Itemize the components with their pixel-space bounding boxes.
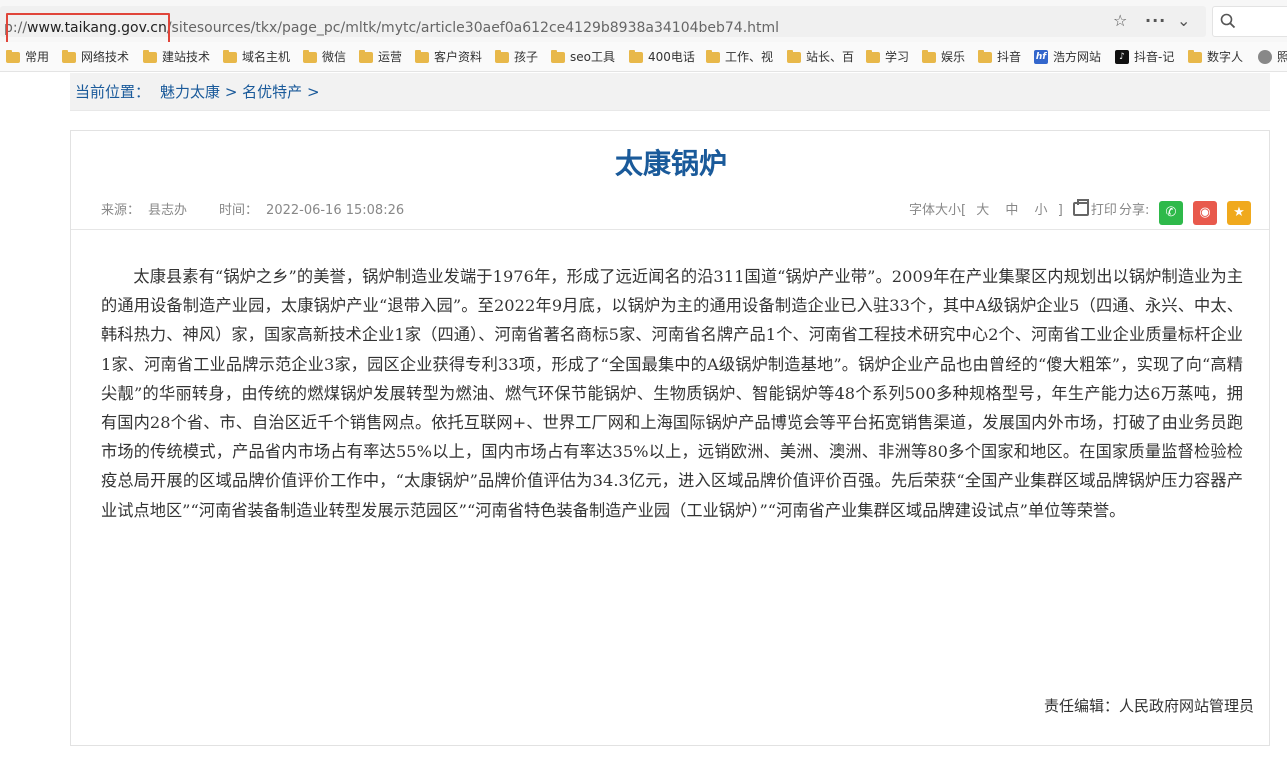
share-label: 分享: [1119, 203, 1150, 218]
article-tools: 字体大小[ 大 中 小 ] 打印 [909, 199, 1117, 220]
source-label: 来源： [101, 203, 141, 218]
folder-icon [922, 49, 936, 63]
breadcrumb: 当前位置： 魅力太康 > 名优特产 > [70, 73, 1270, 111]
chevron-down-icon[interactable]: ⌄ [1177, 12, 1190, 30]
folder-icon [303, 49, 317, 63]
font-size-close: ] [1057, 203, 1063, 218]
folder-icon [495, 49, 509, 63]
favorite-share-button[interactable]: ★ [1227, 201, 1251, 225]
bookmarks-bar: 常用 网络技术 建站技术 域名主机 微信 运营 客户资料 孩子 seo工具 40… [0, 42, 1287, 72]
wechat-share-button[interactable]: ✆ [1159, 201, 1183, 225]
folder-icon [62, 49, 76, 63]
folder-icon [866, 49, 880, 63]
font-size-medium-button[interactable]: 中 [1005, 203, 1018, 218]
folder-icon [629, 49, 643, 63]
bookmark-folder[interactable]: 域名主机 [223, 49, 290, 65]
wechat-icon: ✆ [1165, 205, 1177, 220]
address-bar[interactable]: p://www.taikang.gov.cn/sitesources/tkx/p… [0, 6, 1206, 44]
bookmark-folder[interactable]: 工作、视 [706, 49, 773, 65]
bookmark-folder[interactable]: 网络技术 [62, 49, 129, 65]
bookmark-folder[interactable]: 数字人 [1188, 49, 1243, 65]
article-panel: 太康锅炉 来源： 县志办 时间： 2022-06-16 15:08:26 字体大小[ … [70, 130, 1270, 746]
bookmark-folder[interactable]: 孩子 [495, 49, 538, 65]
weibo-share-button[interactable]: ◉ [1193, 201, 1217, 225]
bookmark-site[interactable]: ♪ 抖音-记 [1115, 49, 1174, 65]
bookmark-site[interactable]: 照 [1258, 49, 1287, 65]
article-title: 太康锅炉 [614, 147, 727, 180]
article-meta: 来源： 县志办 时间： 2022-06-16 15:08:26 [101, 202, 412, 220]
globe-icon [1258, 50, 1272, 64]
folder-icon [143, 49, 157, 63]
source-value: 县志办 [148, 203, 188, 218]
search-icon[interactable] [1220, 13, 1236, 29]
url-path: /sitesources/tkx/page_pc/mltk/mytc/artic… [166, 20, 780, 36]
more-icon[interactable]: ··· [1145, 12, 1166, 30]
bookmark-folder[interactable]: 常用 [6, 49, 49, 65]
font-size-small-button[interactable]: 小 [1035, 203, 1048, 218]
weibo-icon: ◉ [1199, 205, 1211, 220]
breadcrumb-separator: > [224, 83, 238, 101]
bookmark-site[interactable]: hf 浩方网站 [1034, 49, 1101, 65]
bookmark-folder[interactable]: 学习 [866, 49, 909, 65]
bookmark-folder[interactable]: seo工具 [551, 49, 615, 65]
browser-toolbar: p://www.taikang.gov.cn/sitesources/tkx/p… [0, 0, 1287, 44]
divider [71, 229, 1269, 230]
bookmark-folder[interactable]: 微信 [303, 49, 346, 65]
printer-icon [1072, 199, 1089, 216]
bookmark-folder[interactable]: 400电话 [629, 49, 695, 65]
folder-icon [978, 49, 992, 63]
folder-icon [551, 49, 565, 63]
responsible-editor: 责任编辑：人民政府网站管理员 [1043, 697, 1254, 715]
star-icon[interactable]: ☆ [1113, 12, 1127, 30]
print-label: 打印 [1090, 203, 1117, 218]
bookmark-folder[interactable]: 娱乐 [922, 49, 965, 65]
bookmark-folder[interactable]: 站长、百 [787, 49, 854, 65]
breadcrumb-item-specialties[interactable]: 名优特产 [242, 83, 302, 101]
time-value: 2022-06-16 15:08:26 [266, 203, 405, 218]
bookmark-folder[interactable]: 客户资料 [415, 49, 482, 65]
breadcrumb-prefix: 当前位置： [75, 83, 151, 101]
breadcrumb-separator: > [306, 83, 320, 101]
folder-icon [223, 49, 237, 63]
time-label: 时间： [219, 203, 259, 218]
folder-icon [415, 49, 429, 63]
browser-search-box[interactable] [1212, 6, 1287, 37]
print-button[interactable]: 打印 [1067, 199, 1117, 218]
folder-icon [6, 49, 20, 63]
folder-icon [706, 49, 720, 63]
hf-icon: hf [1034, 50, 1048, 64]
article-body: 太康县素有“锅炉之乡”的美誉，锅炉制造业发端于1976年，形成了远近闻名的沿31… [101, 267, 1243, 520]
font-size-large-button[interactable]: 大 [976, 203, 989, 218]
bookmark-folder[interactable]: 运营 [359, 49, 402, 65]
bookmark-folder[interactable]: 抖音 [978, 49, 1021, 65]
url-host-highlight-box [6, 13, 170, 44]
breadcrumb-item-charm-taikang[interactable]: 魅力太康 [160, 83, 220, 101]
folder-icon [787, 49, 801, 63]
folder-icon [359, 49, 373, 63]
star-icon: ★ [1233, 205, 1245, 220]
tiktok-icon: ♪ [1115, 50, 1129, 64]
bookmark-folder[interactable]: 建站技术 [143, 49, 210, 65]
font-size-label: 字体大小[ [909, 203, 967, 218]
folder-icon [1188, 49, 1202, 63]
